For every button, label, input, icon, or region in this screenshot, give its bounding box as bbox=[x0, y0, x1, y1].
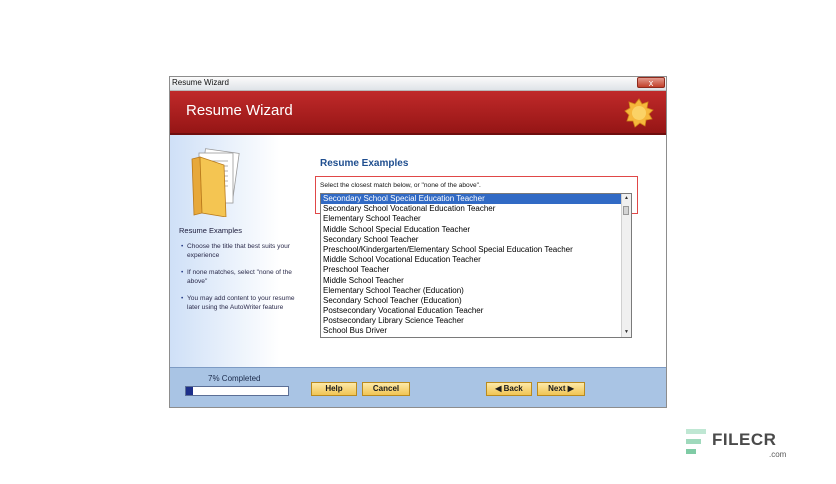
list-item[interactable]: Middle School Vocational Education Teach… bbox=[321, 255, 631, 265]
window-title: Resume Wizard bbox=[172, 78, 229, 87]
bullet-icon: • bbox=[181, 269, 184, 276]
progress-bar bbox=[185, 386, 289, 396]
list-items-container: Secondary School Special Education Teach… bbox=[321, 194, 631, 337]
wizard-footer: 7% Completed Help Cancel ◀ Back Next ▶ bbox=[170, 367, 666, 407]
cancel-button[interactable]: Cancel bbox=[362, 382, 410, 396]
banner-title: Resume Wizard bbox=[186, 102, 293, 119]
title-bar: Resume Wizard x bbox=[170, 77, 666, 91]
watermark-domain: .com bbox=[769, 450, 787, 459]
list-item[interactable]: Postsecondary Library Science Teacher bbox=[321, 316, 631, 326]
next-button[interactable]: Next ▶ bbox=[537, 382, 585, 396]
resume-wizard-window: Resume Wizard x Resume Wizard Resume Exa… bbox=[169, 76, 667, 408]
list-item[interactable]: Preschool Teacher bbox=[321, 265, 631, 275]
watermark: FILECR .com bbox=[686, 428, 796, 460]
list-item[interactable]: Postsecondary Vocational Education Teach… bbox=[321, 306, 631, 316]
tip-autowriter: • You may add content to your resume lat… bbox=[181, 295, 295, 311]
list-item[interactable]: Elementary School Teacher bbox=[321, 214, 631, 224]
list-item[interactable]: School Bus Driver bbox=[321, 326, 631, 336]
tip-choose-title: • Choose the title that best suits your … bbox=[181, 243, 290, 259]
list-item[interactable]: Middle School Teacher bbox=[321, 276, 631, 286]
list-item[interactable]: Secondary School Teacher (Education) bbox=[321, 296, 631, 306]
list-scrollbar[interactable]: ▲ ▼ bbox=[621, 194, 631, 337]
filecr-logo-icon bbox=[686, 429, 706, 454]
wizard-banner: Resume Wizard bbox=[170, 91, 666, 135]
main-content: Resume Examples Select the closest match… bbox=[307, 135, 666, 367]
list-item[interactable]: Secondary School Teacher bbox=[321, 235, 631, 245]
resume-examples-list[interactable]: Secondary School Special Education Teach… bbox=[320, 193, 632, 338]
progress-label: 7% Completed bbox=[208, 374, 261, 383]
bullet-icon: • bbox=[181, 243, 184, 250]
help-button[interactable]: Help bbox=[311, 382, 357, 396]
left-panel: Resume Examples • Choose the title that … bbox=[170, 135, 307, 367]
left-panel-title: Resume Examples bbox=[179, 226, 242, 235]
scroll-down-arrow-icon[interactable]: ▼ bbox=[622, 328, 631, 337]
watermark-brand: FILECR bbox=[712, 430, 777, 449]
back-button[interactable]: ◀ Back bbox=[486, 382, 532, 396]
bullet-icon: • bbox=[181, 295, 184, 302]
list-item[interactable]: Secondary School Special Education Teach… bbox=[321, 194, 631, 205]
sun-seal-icon bbox=[624, 98, 654, 128]
folder-documents-icon bbox=[191, 148, 240, 217]
instruction-text: Select the closest match below, or "none… bbox=[320, 182, 481, 189]
page-title: Resume Examples bbox=[320, 158, 409, 169]
list-item[interactable]: Preschool/Kindergarten/Elementary School… bbox=[321, 245, 631, 255]
list-item[interactable]: Middle School Special Education Teacher bbox=[321, 225, 631, 235]
list-item[interactable]: Secondary School Vocational Education Te… bbox=[321, 204, 631, 214]
tip-none-matches: • If none matches, select "none of the a… bbox=[181, 269, 292, 285]
scroll-thumb[interactable] bbox=[623, 206, 629, 215]
scroll-up-arrow-icon[interactable]: ▲ bbox=[622, 194, 631, 203]
close-button[interactable]: x bbox=[637, 77, 665, 88]
list-item[interactable]: Elementary School Teacher (Education) bbox=[321, 286, 631, 296]
progress-fill bbox=[186, 387, 194, 395]
